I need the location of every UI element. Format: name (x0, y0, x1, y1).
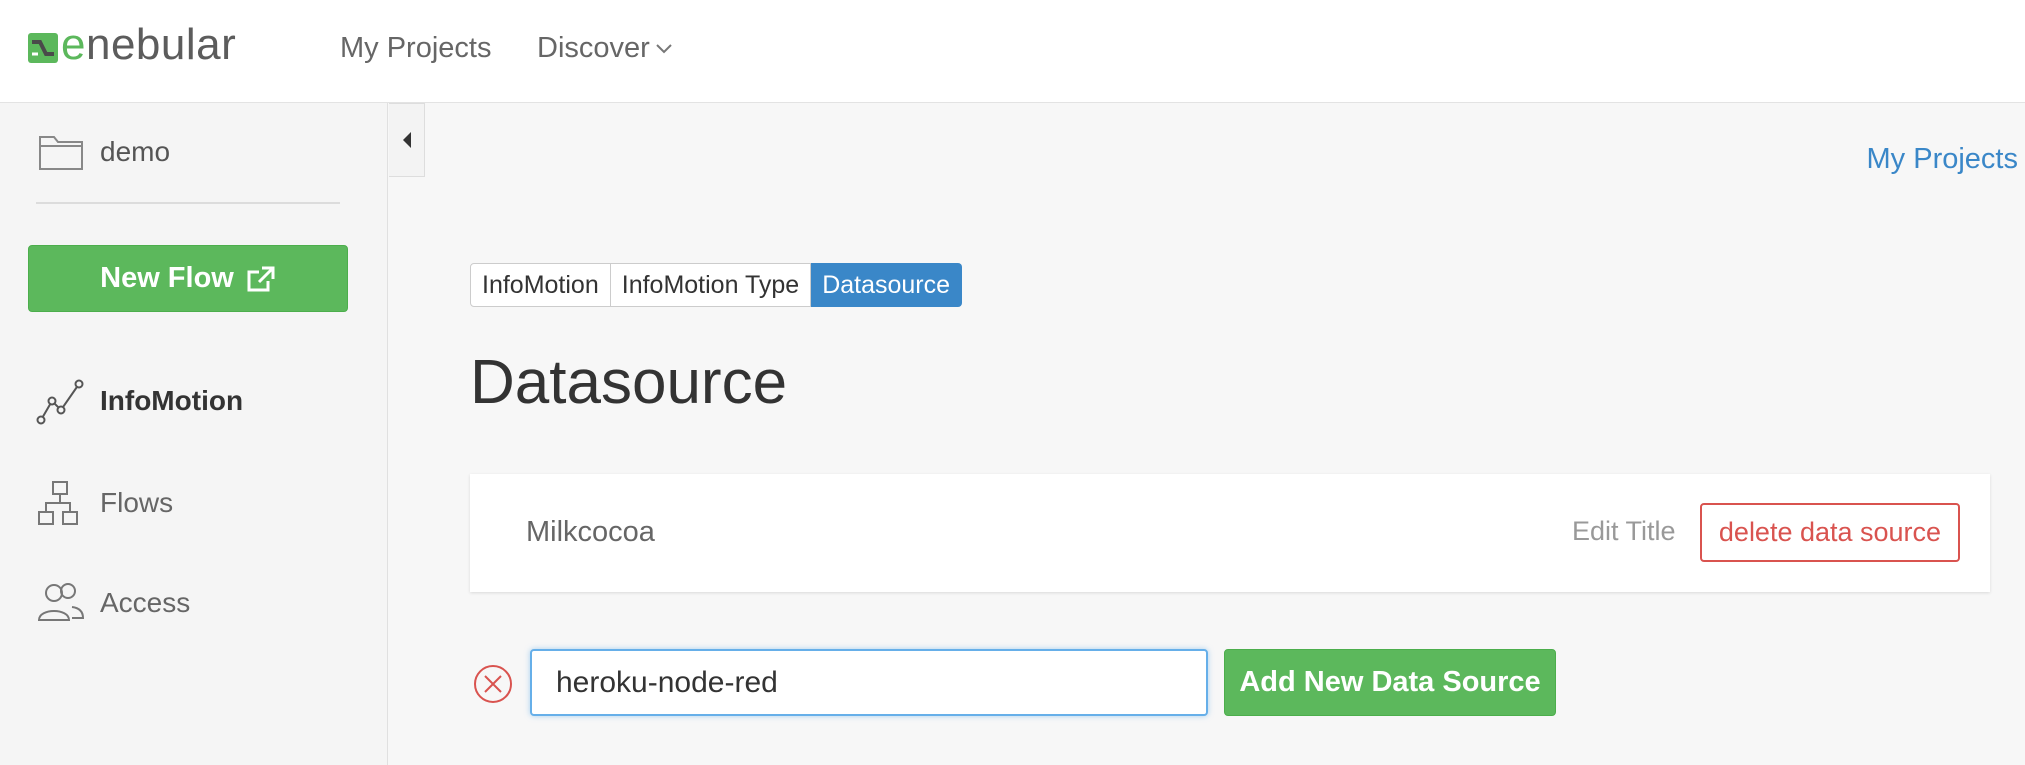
new-flow-label: New Flow (100, 262, 234, 294)
tab-infomotion-type[interactable]: InfoMotion Type (610, 263, 812, 307)
sidebar-item-label: Flows (100, 487, 174, 518)
sidebar-item-access[interactable]: Access (36, 578, 190, 628)
folder-icon (39, 136, 83, 170)
sidebar-divider (36, 202, 340, 204)
sidebar-item-flows[interactable]: Flows (36, 478, 173, 528)
line-chart-icon (36, 376, 86, 426)
new-datasource-input[interactable] (530, 649, 1208, 716)
users-icon (36, 578, 86, 628)
logo-text: enebular (61, 20, 237, 69)
project-selector[interactable]: demo (38, 133, 170, 171)
add-new-data-source-button[interactable]: Add New Data Source (1224, 649, 1556, 716)
external-link-icon (247, 266, 275, 291)
caret-left-icon (402, 132, 411, 148)
sidebar-item-label: InfoMotion (100, 385, 244, 416)
breadcrumb-my-projects[interactable]: My Projects (1867, 143, 2018, 176)
logo-mark-icon (28, 33, 58, 63)
datasource-card: Milkcocoa Edit Title delete data source (470, 474, 1990, 592)
section-tabs: InfoMotion InfoMotion Type Datasource (470, 263, 963, 307)
sidebar-collapse-button[interactable] (389, 103, 425, 177)
cancel-circle-x-icon[interactable] (473, 664, 513, 704)
nav-discover-label: Discover (537, 32, 650, 64)
tab-infomotion[interactable]: InfoMotion (470, 263, 611, 307)
nav-discover-dropdown[interactable]: Discover (537, 30, 672, 66)
enebular-logo[interactable]: enebular (28, 20, 237, 70)
tab-datasource[interactable]: Datasource (811, 263, 963, 307)
sidebar-item-label: Access (100, 587, 191, 618)
delete-data-source-button[interactable]: delete data source (1700, 503, 1960, 562)
datasource-name: Milkcocoa (526, 516, 655, 548)
sidebar-item-infomotion[interactable]: InfoMotion (36, 376, 243, 426)
project-name: demo (100, 136, 171, 167)
nav-my-projects[interactable]: My Projects (340, 30, 491, 66)
page-title: Datasource (470, 348, 788, 417)
chevron-down-icon (656, 44, 672, 54)
new-flow-button[interactable]: New Flow (28, 245, 348, 312)
edit-title-link[interactable]: Edit Title (1572, 516, 1676, 547)
sidebar: demo New Flow InfoMotion Flows Access (0, 103, 388, 765)
top-navbar: enebular My Projects Discover (0, 0, 2025, 103)
flow-tree-icon (36, 478, 86, 528)
